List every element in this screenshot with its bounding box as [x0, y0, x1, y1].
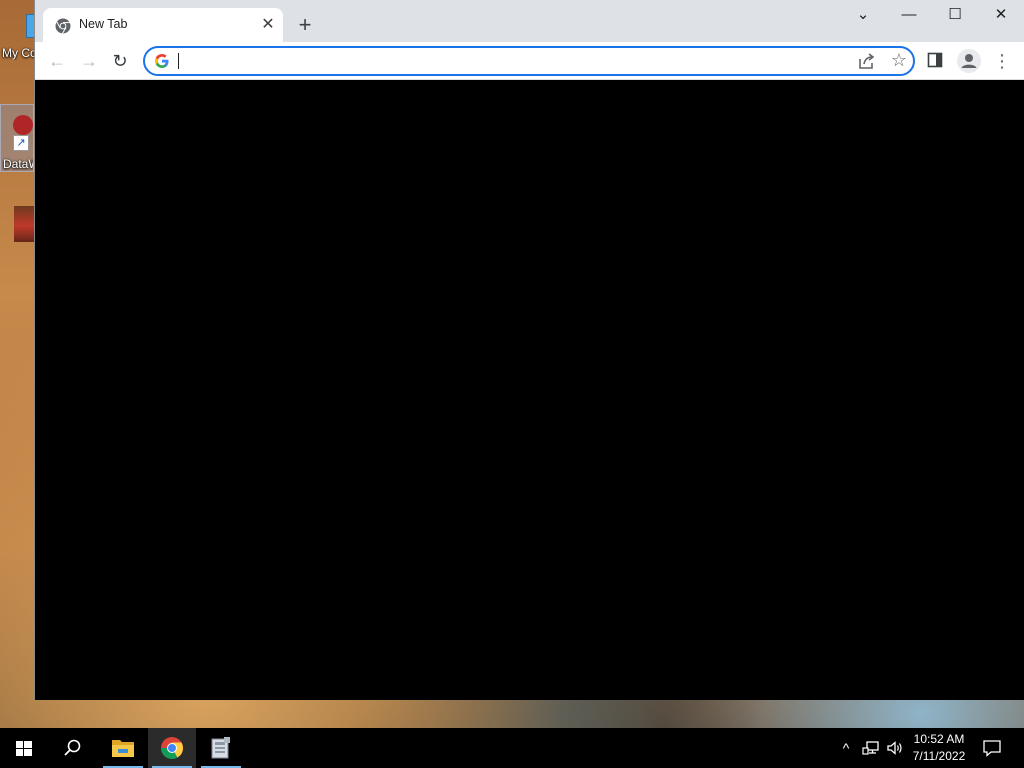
system-clock[interactable]: 10:52 AM 7/11/2022 [906, 731, 972, 765]
browser-toolbar: ← → ↻ ☆ ⋮ [35, 42, 1024, 80]
show-hidden-icons-chevron-icon[interactable]: ^ [838, 738, 854, 758]
taskbar: ^ 10:52 AM 7/11/2022 [0, 728, 1024, 768]
computer-icon [0, 8, 34, 46]
desktop-icon-label: DataW [3, 157, 33, 171]
reload-button[interactable]: ↻ [106, 47, 134, 75]
tab-title: New Tab [79, 17, 128, 31]
desktop-icon-dataw[interactable]: DataW [0, 104, 34, 172]
start-button[interactable] [0, 728, 48, 768]
taskbar-search-button[interactable] [48, 728, 96, 768]
volume-icon[interactable] [886, 739, 904, 757]
search-icon [64, 739, 81, 756]
maximize-button[interactable]: ☐ [932, 2, 978, 28]
address-bar[interactable]: ☆ [143, 46, 915, 76]
google-g-icon [155, 54, 169, 68]
address-input[interactable] [177, 51, 817, 71]
clock-date: 7/11/2022 [912, 749, 966, 763]
kebab-menu-icon[interactable]: ⋮ [993, 47, 1011, 75]
minimize-button[interactable]: — [886, 2, 932, 28]
app-icon [211, 737, 230, 759]
shortcut-icon [1, 105, 33, 151]
taskbar-chrome[interactable] [148, 728, 196, 768]
tab-search-chevron-icon[interactable]: ⌄ [840, 2, 886, 28]
taskbar-app[interactable] [197, 728, 245, 768]
side-panel-icon[interactable] [927, 52, 943, 68]
chrome-icon [55, 18, 71, 34]
windows-logo-icon [16, 741, 32, 756]
desktop-icon-download[interactable]: dow [0, 204, 34, 242]
new-tab-button[interactable]: + [291, 12, 319, 40]
page-content[interactable] [35, 80, 1024, 700]
network-icon[interactable] [862, 739, 880, 757]
text-caret [178, 53, 179, 69]
image-file-icon [0, 204, 34, 242]
back-button[interactable]: ← [43, 47, 71, 75]
close-tab-icon[interactable]: ✕ [259, 16, 277, 34]
bookmark-star-icon[interactable]: ☆ [889, 49, 909, 71]
file-explorer-icon [112, 740, 134, 757]
chrome-window: New Tab ✕ + ⌄ — ☐ ✕ ← → ↻ ☆ ⋮ [34, 0, 1024, 700]
taskbar-file-explorer[interactable] [99, 728, 147, 768]
forward-button[interactable]: → [75, 47, 103, 75]
desktop-icon-label: My Co [2, 46, 34, 60]
share-icon[interactable] [857, 52, 877, 70]
profile-avatar-icon[interactable] [957, 49, 981, 73]
desktop-icon-my-computer[interactable]: My Co [0, 8, 34, 60]
chrome-icon [161, 737, 183, 759]
title-bar[interactable]: New Tab ✕ + ⌄ — ☐ ✕ [35, 0, 1024, 42]
close-window-button[interactable]: ✕ [978, 2, 1024, 28]
notification-center-icon[interactable] [982, 738, 1002, 758]
clock-time: 10:52 AM [913, 732, 965, 746]
tab-new-tab[interactable]: New Tab ✕ [43, 8, 283, 42]
